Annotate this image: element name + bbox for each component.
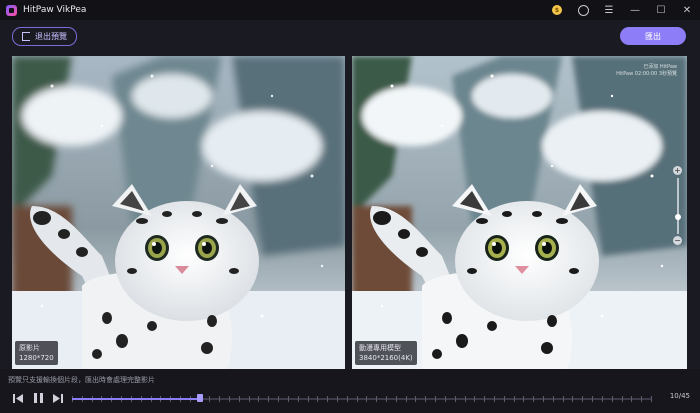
- timeline-tick: [258, 396, 260, 402]
- timeline-tick: [582, 396, 584, 402]
- zoom-thumb[interactable]: [675, 214, 681, 220]
- original-label: 原影片: [19, 344, 40, 352]
- timeline-tick: [523, 396, 525, 402]
- preview-hint: 預覽只支援輸換個片段，匯出時會處理完整影片: [8, 376, 155, 384]
- preview-watermark: 已添加 HitPaw HitPaw 02:00:00 3秒預覽: [607, 64, 677, 78]
- timeline-tick: [621, 396, 623, 402]
- timeline-tick: [631, 396, 633, 402]
- timeline-tick: [611, 396, 613, 402]
- timeline-tick: [219, 396, 221, 402]
- timeline[interactable]: [72, 394, 652, 402]
- timeline-tick: [425, 396, 427, 402]
- timeline-tick: [297, 396, 299, 402]
- timeline-tick: [366, 396, 368, 402]
- enhanced-label-box: 動漫專用模型 3840*2160(4K): [355, 341, 417, 365]
- zoom-in-icon[interactable]: +: [673, 166, 682, 175]
- exit-preview-button[interactable]: 退出預覽: [12, 27, 77, 46]
- timeline-tick: [562, 396, 564, 402]
- timeline-tick: [543, 396, 544, 402]
- timeline-tick: [592, 396, 594, 402]
- watermark-line2: HitPaw 02:00:00 3秒預覽: [616, 71, 677, 77]
- menu-icon[interactable]: ☰: [596, 0, 622, 20]
- timeline-tick: [268, 396, 270, 402]
- playback-bar: 預覽只支援輸換個片段，匯出時會處理完整影片 10/45: [0, 369, 700, 413]
- timeline-tick: [229, 396, 230, 402]
- snow-leopard-image-enhanced: [352, 56, 687, 369]
- timeline-tick: [209, 396, 211, 402]
- timeline-tick: [641, 396, 643, 402]
- timeline-tick: [493, 396, 495, 402]
- timeline-tick: [435, 396, 437, 402]
- next-frame-icon[interactable]: [50, 391, 66, 405]
- timeline-tick: [376, 396, 378, 402]
- pause-icon[interactable]: [30, 391, 46, 405]
- compare-divider[interactable]: [346, 56, 351, 369]
- close-icon[interactable]: ✕: [674, 0, 700, 20]
- timeline-tick: [484, 396, 486, 402]
- watermark-line1: 已添加 HitPaw: [643, 64, 677, 70]
- exit-icon: [22, 32, 30, 41]
- original-resolution: 1280*720: [19, 354, 54, 362]
- timeline-tick: [356, 396, 358, 402]
- timeline-tick: [248, 396, 250, 402]
- coin-icon[interactable]: $: [544, 0, 570, 20]
- timeline-tick: [454, 396, 456, 402]
- minimize-icon[interactable]: —: [622, 0, 648, 20]
- timeline-tick: [317, 396, 319, 402]
- timeline-tick: [464, 396, 466, 402]
- app-title: HitPaw VikPea: [23, 5, 87, 15]
- maximize-icon[interactable]: ☐: [648, 0, 674, 20]
- timeline-tick: [533, 396, 535, 402]
- timeline-tick: [650, 396, 652, 402]
- original-preview: 原影片 1280*720: [12, 56, 345, 369]
- previous-frame-icon[interactable]: [10, 391, 26, 405]
- frame-counter: 10/45: [669, 392, 690, 400]
- enhanced-resolution: 3840*2160(4K): [359, 354, 413, 362]
- enhanced-preview: 已添加 HitPaw HitPaw 02:00:00 3秒預覽 + − 動漫專用…: [352, 56, 687, 369]
- timeline-progress: [72, 398, 200, 400]
- timeline-tick: [307, 396, 309, 402]
- timeline-tick: [386, 396, 387, 402]
- timeline-tick: [513, 396, 515, 402]
- playback-controls: [10, 391, 70, 405]
- timeline-tick: [287, 396, 289, 402]
- original-label-box: 原影片 1280*720: [15, 341, 58, 365]
- timeline-tick: [552, 396, 554, 402]
- timeline-tick: [278, 396, 280, 402]
- timeline-tick: [601, 396, 603, 402]
- timeline-playhead[interactable]: [196, 394, 203, 402]
- enhanced-label: 動漫專用模型: [359, 344, 401, 352]
- app-logo-icon: [6, 4, 17, 16]
- timeline-tick: [415, 396, 417, 402]
- zoom-track[interactable]: [677, 178, 679, 234]
- timeline-tick: [405, 396, 407, 402]
- timeline-tick: [346, 396, 348, 402]
- timeline-tick: [572, 396, 574, 402]
- toolbar: 退出預覽 匯出: [0, 20, 700, 52]
- timeline-tick: [238, 396, 240, 402]
- user-icon[interactable]: [570, 0, 596, 20]
- timeline-tick: [474, 396, 476, 402]
- timeline-tick: [336, 396, 338, 402]
- timeline-tick: [327, 396, 329, 402]
- zoom-out-icon[interactable]: −: [673, 236, 682, 245]
- snow-leopard-image-original: [12, 56, 345, 369]
- title-bar: HitPaw VikPea $ ☰ — ☐ ✕: [0, 0, 700, 20]
- timeline-tick: [395, 396, 397, 402]
- zoom-slider[interactable]: + −: [672, 166, 684, 246]
- timeline-tick: [444, 396, 446, 402]
- export-button[interactable]: 匯出: [620, 27, 686, 45]
- timeline-tick: [503, 396, 505, 402]
- exit-preview-label: 退出預覽: [35, 32, 67, 41]
